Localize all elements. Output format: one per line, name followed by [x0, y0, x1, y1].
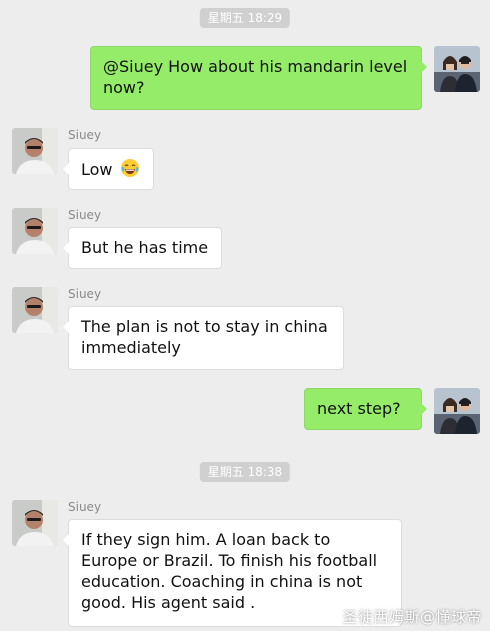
tears-of-joy-emoji-icon — [120, 158, 140, 178]
outgoing-message-bubble[interactable]: next step? — [304, 388, 427, 430]
incoming-message-bubble[interactable]: But he has time — [63, 227, 222, 269]
person-photo-icon — [12, 128, 58, 174]
siuey-avatar[interactable] — [12, 128, 58, 174]
my-avatar[interactable] — [434, 46, 480, 92]
sender-name: Siuey — [68, 128, 102, 142]
message-text: The plan is not to stay in china immedia… — [81, 317, 328, 357]
message-text: If they sign him. A loan back to Europe … — [81, 530, 378, 612]
timestamp: 星期五 18:29 — [199, 8, 291, 28]
person-photo-icon — [12, 287, 58, 333]
watermark: 圣徒西姆斯@懂球帝 — [342, 608, 482, 626]
person-photo-icon — [12, 208, 58, 254]
my-avatar[interactable] — [434, 388, 480, 434]
message-text: @Siuey How about his mandarin level now? — [103, 57, 408, 97]
incoming-message-bubble[interactable]: The plan is not to stay in china immedia… — [63, 306, 344, 370]
outgoing-message-bubble[interactable]: @Siuey How about his mandarin level now? — [90, 46, 427, 110]
timestamp: 星期五 18:38 — [199, 462, 291, 482]
person-photo-icon — [12, 500, 58, 546]
sender-name: Siuey — [68, 287, 102, 301]
couple-photo-icon — [434, 388, 480, 434]
message-text: next step? — [317, 399, 401, 418]
sender-name: Siuey — [68, 500, 102, 514]
siuey-avatar[interactable] — [12, 500, 58, 546]
sender-name: Siuey — [68, 208, 102, 222]
message-text: Low — [81, 160, 113, 179]
incoming-message-bubble[interactable]: Low — [63, 148, 154, 190]
couple-photo-icon — [434, 46, 480, 92]
message-text: But he has time — [81, 238, 209, 257]
siuey-avatar[interactable] — [12, 287, 58, 333]
siuey-avatar[interactable] — [12, 208, 58, 254]
chat-area: 星期五 18:29 @Siuey How about his mandarin … — [0, 0, 490, 631]
